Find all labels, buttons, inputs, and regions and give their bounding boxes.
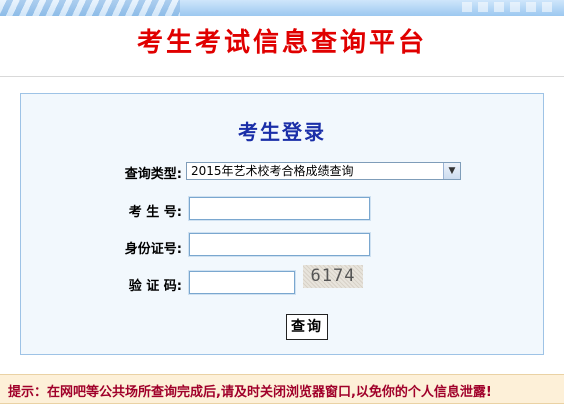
chevron-down-icon[interactable]: ▼: [443, 163, 460, 179]
exam-no-input[interactable]: [188, 196, 371, 221]
top-banner: [0, 0, 564, 16]
captcha-image[interactable]: 6174: [303, 265, 363, 288]
page-title: 考生考试信息查询平台: [136, 28, 427, 58]
banner-square: [494, 2, 504, 12]
id-no-label: 身份证号:: [124, 242, 182, 257]
submit-query-button[interactable]: 查询: [286, 314, 328, 340]
banner-decoration: [0, 0, 180, 16]
query-type-select[interactable]: 2015年艺术校考合格成绩查询 ▼: [186, 162, 461, 180]
banner-square: [526, 2, 536, 12]
query-type-selected-value: 2015年艺术校考合格成绩查询: [191, 164, 354, 178]
captcha-label: 验 证 码:: [128, 279, 182, 294]
query-type-label: 查询类型:: [124, 167, 182, 182]
banner-square: [510, 2, 520, 12]
header-divider: [0, 76, 564, 77]
login-heading: 考生登录: [238, 120, 326, 144]
exam-no-label: 考 生 号:: [128, 205, 182, 220]
banner-square: [542, 2, 552, 12]
captcha-input[interactable]: [188, 270, 296, 295]
banner-square: [462, 2, 472, 12]
banner-square: [478, 2, 488, 12]
tip-text: 提示：在网吧等公共场所查询完成后,请及时关闭浏览器窗口,以免你的个人信息泄露!: [8, 385, 492, 400]
id-no-input[interactable]: [188, 232, 371, 257]
